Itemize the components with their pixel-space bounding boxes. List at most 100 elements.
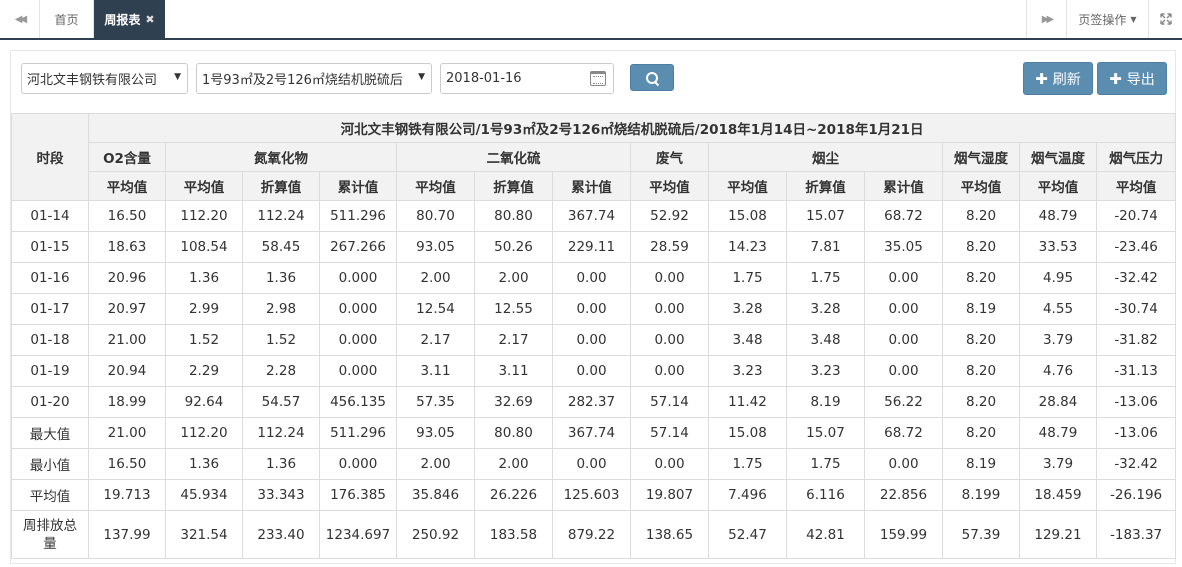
group-header: O2含量: [88, 142, 166, 172]
table-cell: 2.98: [242, 293, 320, 325]
table-cell: 57.35: [396, 386, 475, 418]
table-cell: 12.55: [474, 293, 553, 325]
table-cell: 1.75: [708, 262, 787, 294]
table-cell: 138.65: [630, 510, 709, 559]
scroll-tabs-left-button[interactable]: ◀◀: [0, 0, 40, 38]
table-cell: 229.11: [552, 231, 631, 263]
table-cell: 45.934: [165, 479, 243, 511]
table-cell: 28.84: [1019, 386, 1097, 418]
calendar-icon[interactable]: [590, 71, 606, 86]
table-cell: 0.00: [630, 324, 709, 356]
table-cell: 52.92: [630, 200, 709, 232]
date-input[interactable]: 2018-01-16: [440, 63, 614, 94]
table-cell: 0.00: [864, 262, 943, 294]
caret-down-icon: ▼: [418, 72, 425, 82]
table-cell: 12.54: [396, 293, 475, 325]
export-button[interactable]: ✚ 导出: [1097, 62, 1167, 95]
table-cell: 58.45: [242, 231, 320, 263]
table-cell: 28.59: [630, 231, 709, 263]
table-cell: -26.196: [1095, 479, 1177, 511]
equipment-select[interactable]: 1号93㎡及2号126㎡烧结机脱硫后 ▼: [196, 63, 432, 94]
table-cell: 2.17: [474, 324, 553, 356]
search-icon: [646, 71, 658, 84]
table-cell: 42.81: [786, 510, 865, 559]
table-cell: 15.08: [708, 200, 787, 232]
table-cell: 18.459: [1019, 479, 1097, 511]
table-cell: 92.64: [165, 386, 243, 418]
table-cell: 367.74: [552, 200, 631, 232]
table-cell: 3.48: [786, 324, 865, 356]
table-cell: 57.14: [630, 417, 709, 449]
refresh-button[interactable]: ✚ 刷新: [1023, 62, 1093, 95]
table-cell: 33.53: [1019, 231, 1097, 263]
tab-weekly-report-label: 周报表: [104, 12, 141, 27]
tab-weekly-report[interactable]: 周报表 ✖: [94, 0, 165, 38]
table-cell: -32.42: [1095, 262, 1177, 294]
table-row: 01-20 18.99 92.64 54.57 456.135 57.35 32.69 282…: [11, 386, 1177, 418]
table-cell: 0.00: [552, 262, 631, 294]
table-row: 01-18 21.00 1.52 1.52 0.000 2.17 2.17 0.00 0.00 3…: [11, 324, 1177, 356]
close-icon[interactable]: ✖: [145, 13, 154, 26]
table-cell: 321.54: [165, 510, 243, 559]
table-cell: 68.72: [864, 417, 943, 449]
row-label-cell: 最小值: [11, 448, 89, 480]
plus-icon: ✚: [1035, 69, 1048, 88]
table-cell: -31.82: [1095, 324, 1177, 356]
subheader-cell: 平均值: [396, 171, 475, 201]
date-input-value: 2018-01-16: [446, 71, 522, 86]
table-cell: 125.603: [552, 479, 631, 511]
row-label-cell: 01-15: [11, 231, 89, 263]
tab-operations-dropdown[interactable]: 页签操作 ▼: [1066, 0, 1148, 38]
table-cell: 18.63: [88, 231, 166, 263]
table-cell: 2.29: [165, 355, 243, 387]
table-cell: 0.00: [864, 293, 943, 325]
table-cell: 8.20: [942, 231, 1020, 263]
subheader-cell: 折算值: [242, 171, 320, 201]
expand-icon: [1159, 13, 1172, 25]
table-cell: 879.22: [552, 510, 631, 559]
table-cell: 0.00: [630, 262, 709, 294]
subheader-cell: 平均值: [942, 171, 1020, 201]
group-header: 氮氧化物: [165, 142, 397, 172]
search-button[interactable]: [630, 64, 674, 91]
table-cell: 8.20: [942, 262, 1020, 294]
table-cell: 1.36: [242, 448, 320, 480]
table-cell: 26.226: [474, 479, 553, 511]
table-cell: 511.296: [319, 417, 397, 449]
table-cell: 456.135: [319, 386, 397, 418]
company-select[interactable]: 河北文丰钢铁有限公司 ▼: [21, 63, 188, 94]
table-cell: 3.79: [1019, 324, 1097, 356]
report-panel: 河北文丰钢铁有限公司 ▼ 1号93㎡及2号126㎡烧结机脱硫后 ▼ 2018-0…: [10, 50, 1177, 564]
table-cell: 0.00: [864, 324, 943, 356]
scroll-tabs-right-button[interactable]: ▶▶: [1026, 0, 1066, 38]
table-cell: 0.000: [319, 262, 397, 294]
table-cell: 3.23: [708, 355, 787, 387]
table-cell: 0.00: [630, 355, 709, 387]
table-cell: 112.20: [165, 417, 243, 449]
table-cell: 1.52: [165, 324, 243, 356]
table-cell: 15.07: [786, 200, 865, 232]
caret-down-icon: ▼: [1130, 14, 1137, 24]
equipment-select-value: 1号93㎡及2号126㎡烧结机脱硫后: [202, 73, 403, 88]
tab-home-label: 首页: [54, 12, 79, 27]
table-cell: 93.05: [396, 231, 475, 263]
tab-home[interactable]: 首页: [40, 0, 94, 38]
row-label-cell: 01-19: [11, 355, 89, 387]
table-cell: -13.06: [1095, 417, 1177, 449]
table-cell: 19.807: [630, 479, 709, 511]
group-header: 烟气湿度: [942, 142, 1020, 172]
table-cell: 176.385: [319, 479, 397, 511]
table-cell: 3.48: [708, 324, 787, 356]
table-cell: 0.00: [552, 448, 631, 480]
table-cell: 16.50: [88, 200, 166, 232]
fullscreen-button[interactable]: [1148, 0, 1182, 38]
table-row: 01-17 20.97 2.99 2.98 0.000 12.54 12.55 0.00 0.0…: [11, 293, 1177, 325]
table-cell: -13.06: [1095, 386, 1177, 418]
caret-down-icon: ▼: [174, 72, 181, 82]
table-cell: 20.96: [88, 262, 166, 294]
table-cell: 267.266: [319, 231, 397, 263]
table-cell: 233.40: [242, 510, 320, 559]
table-cell: 15.08: [708, 417, 787, 449]
subheader-cell: 平均值: [1095, 171, 1177, 201]
table-row: 最大值 21.00 112.20 112.24 511.296 93.05 80.80 367…: [11, 417, 1177, 449]
